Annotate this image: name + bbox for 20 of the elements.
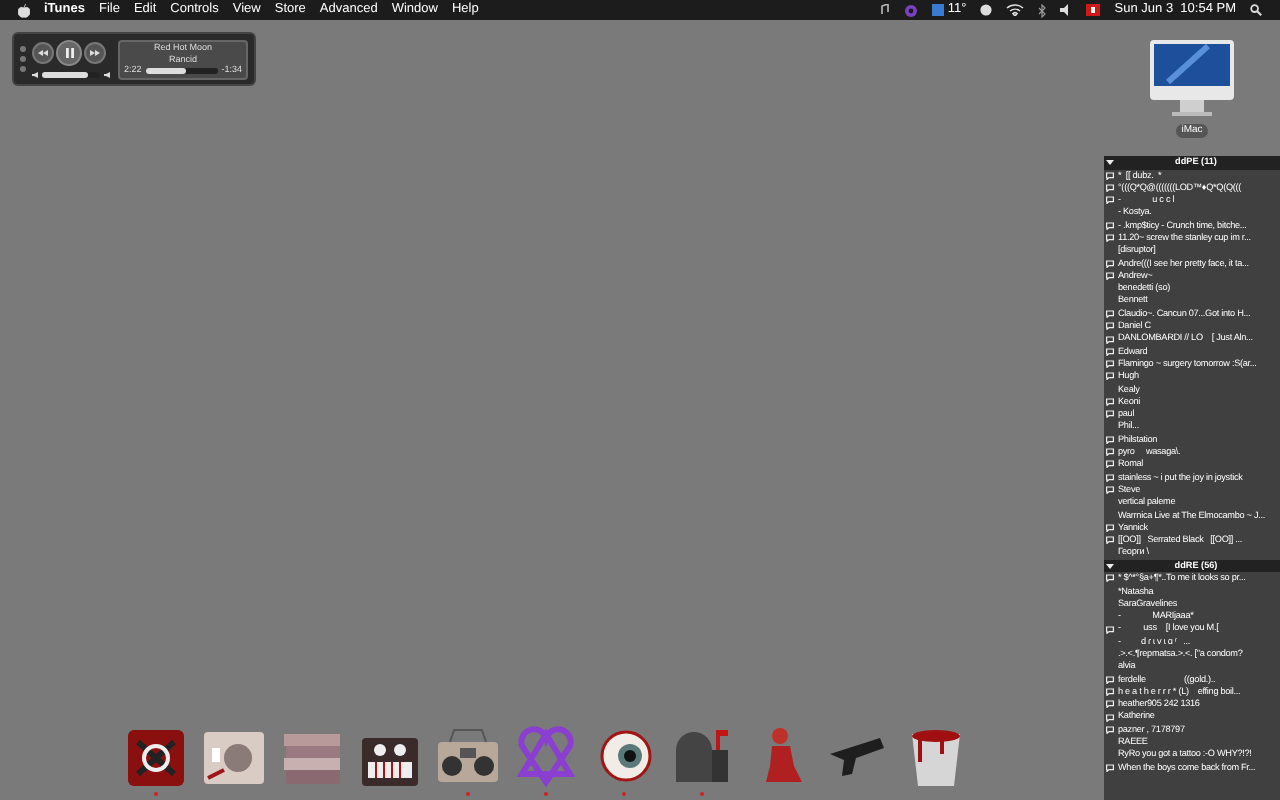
minimize-button[interactable] <box>20 56 26 62</box>
apple-icon[interactable] <box>18 3 30 17</box>
next-button[interactable] <box>84 42 106 64</box>
speaker-icon[interactable] <box>1060 4 1073 16</box>
rewind-icon <box>38 50 48 56</box>
music-note-icon[interactable] <box>879 4 890 16</box>
fast-forward-icon <box>90 50 100 56</box>
speaker-icon <box>32 72 38 78</box>
volume-slider[interactable] <box>42 72 100 78</box>
close-button[interactable] <box>20 46 26 52</box>
search-icon[interactable] <box>1250 4 1262 16</box>
bluetooth-icon[interactable] <box>1038 3 1047 17</box>
computer-icon[interactable] <box>1148 37 1236 118</box>
pause-button[interactable] <box>56 40 82 66</box>
progress-slider[interactable] <box>145 67 218 73</box>
loud-speaker-icon <box>104 72 112 78</box>
zoom-button[interactable] <box>20 66 26 72</box>
wifi-icon[interactable] <box>1006 4 1025 16</box>
pause-icon <box>65 48 73 58</box>
previous-button[interactable] <box>32 42 54 64</box>
